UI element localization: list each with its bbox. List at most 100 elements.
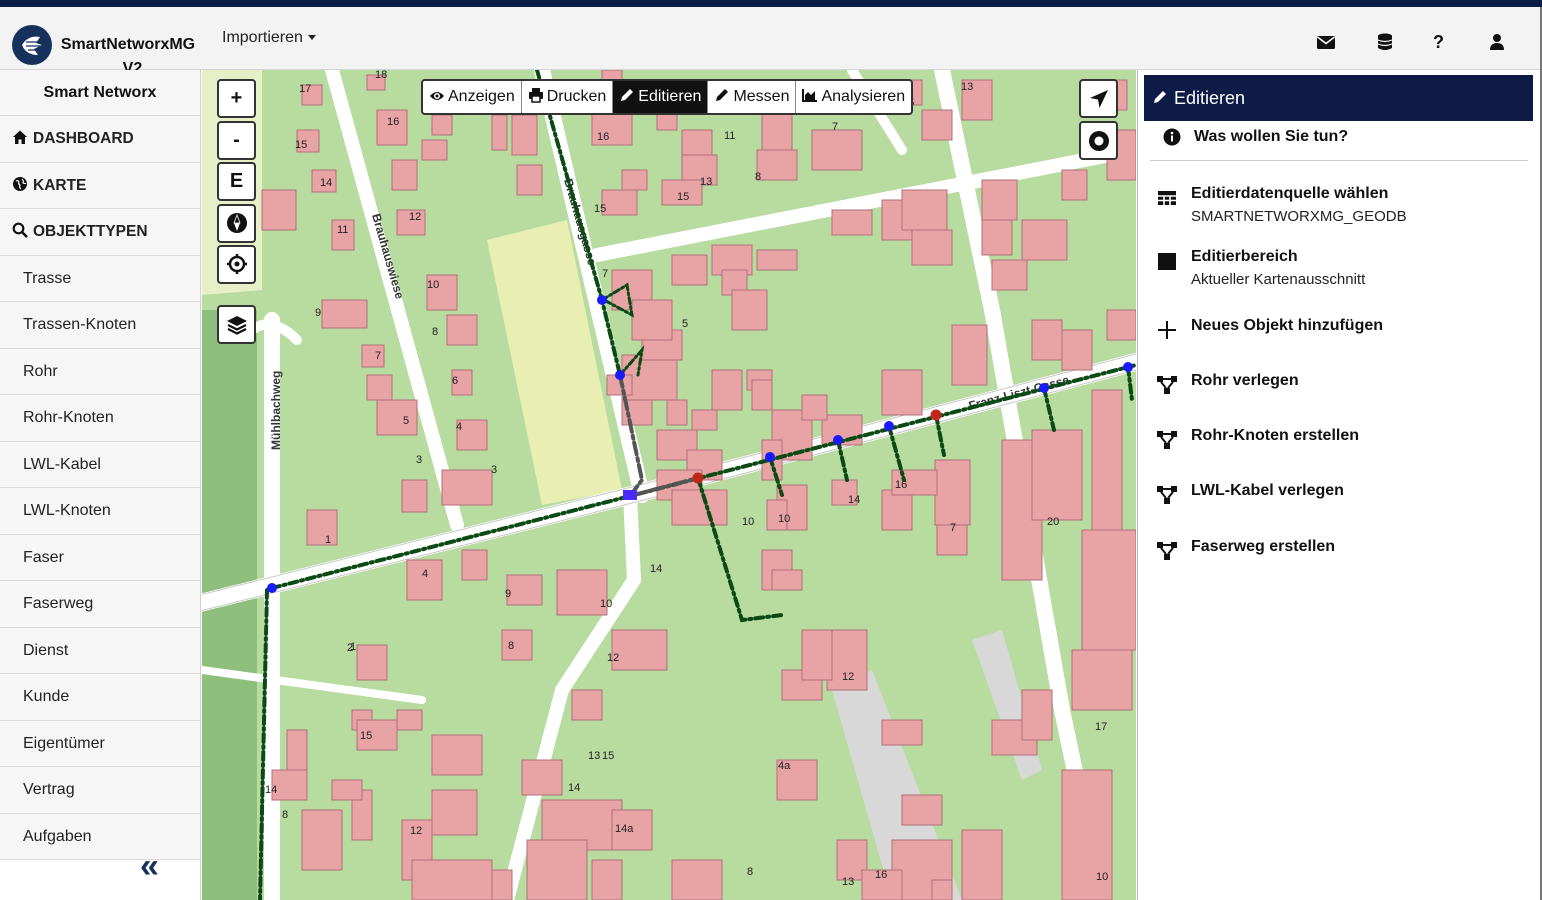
svg-text:7: 7 bbox=[832, 121, 838, 133]
plus-icon bbox=[1158, 321, 1176, 339]
app-logo[interactable]: SmartNetworxMG _V2 bbox=[10, 15, 200, 77]
svg-text:8: 8 bbox=[755, 171, 761, 183]
print-icon bbox=[528, 88, 543, 103]
sidebar-item-faserweg[interactable]: Faserweg bbox=[0, 581, 200, 628]
network-icon bbox=[1157, 376, 1177, 394]
user-icon[interactable] bbox=[1487, 33, 1507, 51]
zoom-out-button[interactable]: - bbox=[217, 121, 256, 160]
edit-shortcut-button[interactable]: E bbox=[217, 162, 256, 201]
sidebar-item-objekttypen[interactable]: OBJEKTTYPEN bbox=[0, 209, 200, 256]
chart-icon bbox=[802, 89, 818, 102]
sidebar-item-lwl-kabel[interactable]: LWL-Kabel bbox=[0, 441, 200, 488]
svg-text:17: 17 bbox=[299, 83, 311, 95]
sidebar-item-dienst[interactable]: Dienst bbox=[0, 627, 200, 674]
action-title: Rohr verlegen bbox=[1191, 372, 1299, 389]
edit-panel: Editieren Was wollen Sie tun? Editierdat… bbox=[1137, 70, 1540, 900]
svg-text:15: 15 bbox=[295, 139, 307, 151]
svg-text:7: 7 bbox=[602, 268, 608, 280]
svg-text:14a: 14a bbox=[615, 823, 634, 835]
sidebar-item-aufgaben[interactable]: Aufgaben bbox=[0, 813, 200, 860]
top-stripe bbox=[0, 0, 1542, 7]
sidebar-item-dashboard[interactable]: DASHBOARD bbox=[0, 116, 200, 163]
crosshair-icon bbox=[226, 254, 247, 274]
svg-text:14: 14 bbox=[650, 563, 662, 575]
svg-text:1: 1 bbox=[325, 534, 331, 546]
sidebar-item-trasse[interactable]: Trasse bbox=[0, 255, 200, 302]
svg-text:7: 7 bbox=[375, 350, 381, 362]
network-icon bbox=[1157, 431, 1177, 449]
sidebar-item-label: OBJEKTTYPEN bbox=[33, 223, 148, 240]
action-subtitle: Aktueller Kartenausschnitt bbox=[1191, 271, 1366, 288]
compass-icon bbox=[226, 213, 247, 233]
mode-drucken-button[interactable]: Drucken bbox=[522, 81, 614, 113]
svg-text:14: 14 bbox=[265, 784, 277, 796]
mode-anzeigen-button[interactable]: Anzeigen bbox=[423, 81, 522, 113]
sidebar-item-faser[interactable]: Faser bbox=[0, 534, 200, 581]
layers-icon bbox=[226, 316, 247, 335]
svg-text:11: 11 bbox=[337, 224, 348, 236]
svg-text:9: 9 bbox=[505, 588, 511, 600]
svg-text:12: 12 bbox=[842, 671, 854, 683]
svg-text:10: 10 bbox=[742, 516, 754, 528]
svg-text:4: 4 bbox=[456, 421, 462, 433]
search-icon bbox=[12, 222, 28, 238]
svg-text:14: 14 bbox=[320, 177, 332, 189]
sidebar-item-trassen-knoten[interactable]: Trassen-Knoten bbox=[0, 302, 200, 349]
svg-text:13: 13 bbox=[842, 876, 854, 888]
navigation-button[interactable] bbox=[1079, 79, 1118, 118]
mode-analysieren-button[interactable]: Analysieren bbox=[796, 81, 911, 113]
sidebar: Smart Networx DASHBOARD KARTE OBJEKTTYPE… bbox=[0, 70, 201, 900]
sidebar-collapse-button[interactable]: « bbox=[140, 847, 159, 886]
square-icon bbox=[1158, 253, 1176, 270]
svg-text:8: 8 bbox=[508, 640, 514, 652]
sidebar-item-rohr-knoten[interactable]: Rohr-Knoten bbox=[0, 395, 200, 442]
map-mode-toolbar: Anzeigen Drucken Editieren Messen Analys… bbox=[421, 79, 914, 115]
edit-panel-title: Editieren bbox=[1174, 88, 1246, 108]
compass-button[interactable] bbox=[217, 204, 256, 243]
circle-dot-icon bbox=[1089, 131, 1109, 151]
zoom-in-button[interactable]: + bbox=[217, 79, 256, 118]
sidebar-item-kunde[interactable]: Kunde bbox=[0, 674, 200, 721]
location-arrow-icon bbox=[1090, 90, 1108, 108]
layers-button[interactable] bbox=[217, 305, 256, 344]
svg-text:15: 15 bbox=[360, 730, 372, 742]
sidebar-item-vertrag[interactable]: Vertrag bbox=[0, 767, 200, 814]
edit-panel-header: Editieren bbox=[1144, 75, 1533, 121]
sidebar-item-eigentuemer[interactable]: Eigentümer bbox=[0, 720, 200, 767]
street-label-muehlbachweg: Mühlbachweg bbox=[269, 371, 283, 450]
mode-messen-button[interactable]: Messen bbox=[708, 81, 797, 113]
sidebar-item-karte[interactable]: KARTE bbox=[0, 162, 200, 209]
svg-text:8: 8 bbox=[282, 809, 288, 821]
action-title: Editierdatenquelle wählen bbox=[1191, 185, 1389, 202]
svg-text:5: 5 bbox=[403, 415, 409, 427]
database-icon[interactable] bbox=[1375, 33, 1395, 51]
svg-text:12: 12 bbox=[409, 211, 421, 223]
sidebar-item-rohr[interactable]: Rohr bbox=[0, 348, 200, 395]
sidebar-item-lwl-knoten[interactable]: LWL-Knoten bbox=[0, 488, 200, 535]
mode-label: Drucken bbox=[546, 88, 607, 105]
svg-text:3: 3 bbox=[491, 464, 497, 476]
svg-text:16: 16 bbox=[597, 131, 609, 143]
map-view[interactable]: Brauhauswiese Mühlbachweg Franz-Liszt-Ga… bbox=[202, 70, 1136, 900]
mode-editieren-button[interactable]: Editieren bbox=[613, 81, 709, 113]
pencil-icon bbox=[1154, 91, 1166, 103]
locate-button[interactable] bbox=[217, 245, 256, 284]
map-canvas: Brauhauswiese Mühlbachweg Franz-Liszt-Ga… bbox=[202, 70, 1136, 900]
svg-text:5: 5 bbox=[682, 318, 688, 330]
divider bbox=[1150, 160, 1528, 161]
mail-icon[interactable] bbox=[1316, 33, 1336, 51]
svg-text:13: 13 bbox=[961, 81, 973, 93]
svg-text:17: 17 bbox=[1095, 721, 1107, 733]
svg-text:20: 20 bbox=[1047, 516, 1059, 528]
svg-text:11: 11 bbox=[724, 130, 735, 142]
record-button[interactable] bbox=[1079, 121, 1118, 160]
pencil-icon bbox=[716, 89, 729, 101]
action-title: Faserweg erstellen bbox=[1191, 538, 1336, 555]
svg-text:1: 1 bbox=[350, 641, 356, 653]
import-menu-label: Importieren bbox=[222, 29, 303, 46]
svg-text:10: 10 bbox=[427, 279, 439, 291]
svg-text:15: 15 bbox=[594, 203, 606, 215]
help-icon[interactable]: ? bbox=[1433, 33, 1453, 51]
import-menu[interactable]: Importieren bbox=[222, 29, 316, 47]
svg-text:8: 8 bbox=[432, 326, 438, 338]
